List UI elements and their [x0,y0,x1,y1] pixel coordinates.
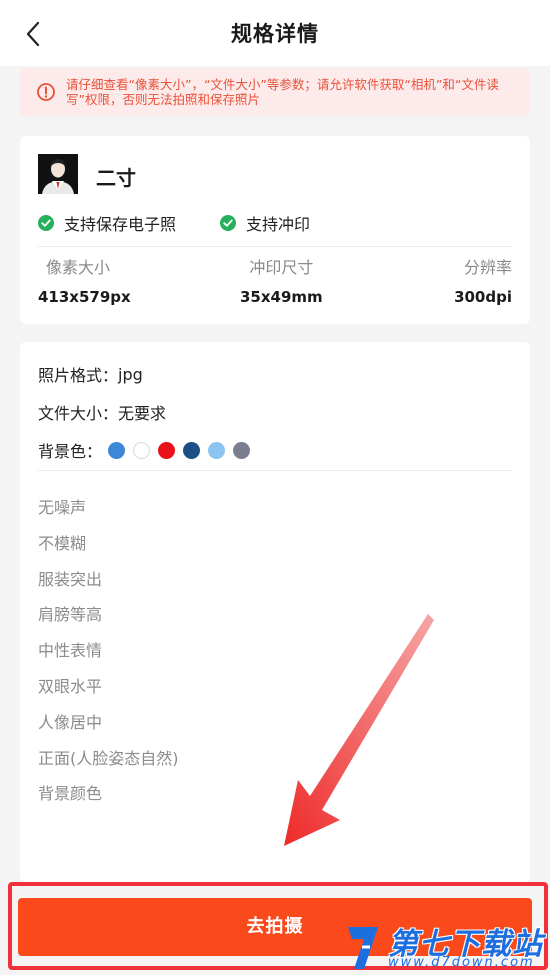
header-bar: 规格详情 [0,0,550,66]
stat-value: 300dpi [454,288,512,306]
requirement-item: 正面(人脸姿态自然) [38,748,179,768]
requirement-item: 服装突出 [38,569,103,589]
photo-format-row: 照片格式： jpg [38,362,143,386]
color-swatch [233,441,251,459]
spec-name: 二寸 [96,166,136,190]
requirement-item: 双眼水平 [38,676,103,696]
permission-notice: 请仔细查看“像素大小”，“文件大小”等参数；请允许软件获取“相机”和“文件读写”… [20,68,530,116]
format-value: jpg [118,364,143,384]
color-swatches [108,441,258,459]
support-print: 支持冲印 [220,212,310,234]
color-swatch [108,441,126,459]
file-size-row: 文件大小： 无要求 [38,400,166,424]
divider [38,470,512,471]
support-label: 支持冲印 [246,215,311,234]
color-swatch [133,441,151,459]
size-value: 无要求 [118,404,167,423]
requirement-item: 不模糊 [38,533,87,553]
format-label: 照片格式： [38,366,119,385]
person-silhouette-icon [38,154,78,194]
color-swatch [208,441,226,459]
requirement-item: 肩膀等高 [38,605,103,625]
requirement-item: 背景颜色 [38,784,103,804]
logo-icon [348,927,378,969]
requirements-list: 无噪声不模糊服装突出肩膀等高中性表情双眼水平人像居中正面(人脸姿态自然) 背景颜色 [38,496,179,818]
stat-pixel-size: 像素大小 413x579px [38,254,131,306]
support-label: 支持保存电子照 [64,215,177,234]
background-color-row: 背景色： [38,438,258,462]
stat-label: 冲印尺寸 [249,258,314,277]
color-swatch [158,441,176,459]
spec-summary-card: 二寸 支持保存电子照 支持冲印 像素大小 413x579px 冲印尺寸 35x4… [20,136,530,324]
check-circle-icon [220,215,236,231]
stat-print-size: 冲印尺寸 35x49mm [240,254,323,306]
support-save-digital: 支持保存电子照 [38,212,176,234]
watermark-logo: 第七下载站 www.d7down.com [344,915,544,975]
bg-label: 背景色： [38,442,103,461]
notice-text: 请仔细查看“像素大小”，“文件大小”等参数；请允许软件获取“相机”和“文件读写”… [66,77,499,107]
stat-label: 像素大小 [46,258,111,277]
alert-circle-icon [37,83,55,101]
requirement-item: 人像居中 [38,712,103,732]
page-title: 规格详情 [231,22,319,46]
divider [38,246,512,247]
watermark-url: www.d7down.com [388,955,535,970]
requirement-item: 中性表情 [38,641,103,661]
stat-resolution: 分辨率 300dpi [454,254,512,306]
stat-label: 分辨率 [463,258,512,277]
stat-value: 35x49mm [240,288,323,306]
stat-value: 413x579px [38,288,131,306]
check-circle-icon [38,215,54,231]
avatar [38,154,78,194]
requirement-item: 无噪声 [38,498,87,517]
size-label: 文件大小： [38,404,119,423]
annotation-arrow [284,614,434,846]
color-swatch [183,441,201,459]
